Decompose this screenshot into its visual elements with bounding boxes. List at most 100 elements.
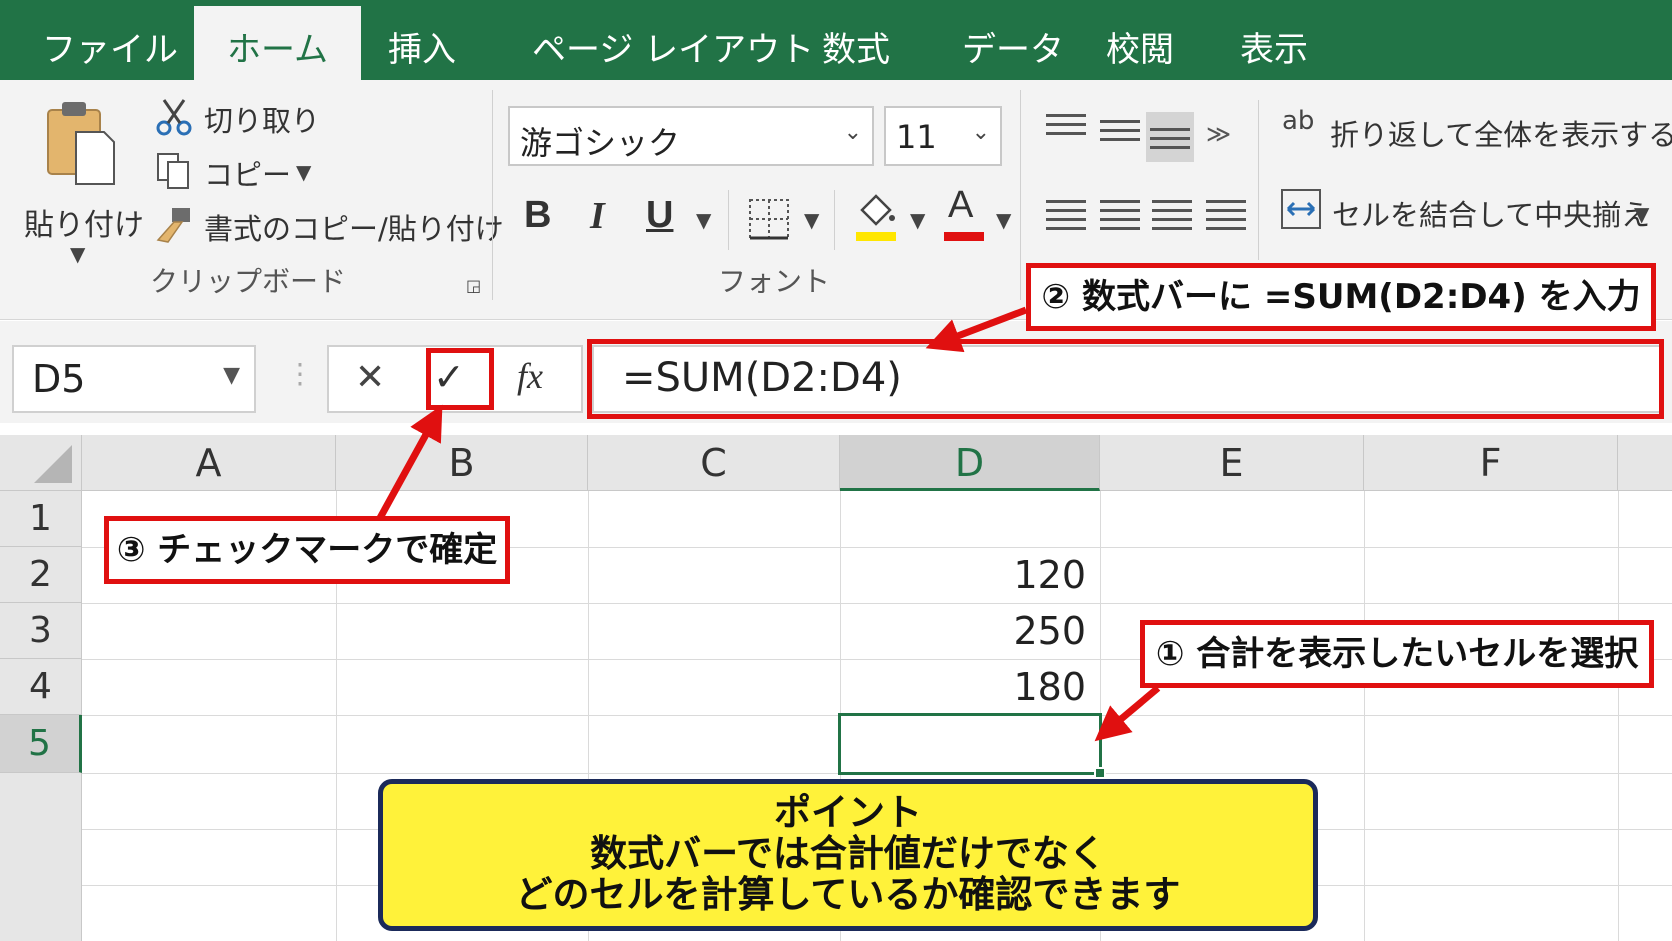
format-painter-icon	[156, 208, 190, 243]
cell-d3[interactable]: 250	[840, 609, 1086, 653]
tab-file[interactable]: ファイル	[42, 22, 178, 71]
check-highlight-box	[426, 348, 494, 410]
align-center-icon[interactable]	[1100, 200, 1140, 234]
wrap-text-label: 折り返して全体を表示する	[1330, 118, 1672, 152]
ribbon-separator	[1020, 90, 1021, 300]
paint-bucket-icon	[860, 194, 895, 226]
decrease-indent-icon[interactable]	[1206, 200, 1246, 234]
tab-page-layout[interactable]: ページ レイアウト	[532, 22, 814, 71]
ribbon-separator	[492, 90, 493, 300]
row-header-2[interactable]: 2	[0, 547, 82, 603]
point-line-2: どのセルを計算しているか確認できます	[515, 873, 1181, 916]
merge-center-icon	[1281, 189, 1321, 229]
paste-dropdown-caret[interactable]: ▼	[70, 242, 85, 266]
paste-label: 貼り付け	[24, 208, 144, 243]
point-note-box: ポイント 数式バーでは合計値だけでなく どのセルを計算しているか確認できます	[378, 779, 1318, 931]
underline-button[interactable]: U	[646, 194, 673, 237]
merge-center-label: セルを結合して中央揃え	[1332, 198, 1651, 232]
callout-step2: ② 数式バーに =SUM(D2:D4) を入力	[1026, 263, 1656, 331]
cancel-button[interactable]: ✕	[345, 351, 405, 407]
tab-formulas[interactable]: 数式	[822, 22, 890, 71]
clipboard-launcher-icon[interactable]: ◲	[466, 276, 481, 295]
cut-label: 切り取り	[204, 104, 321, 138]
point-title: ポイント	[774, 791, 922, 834]
font-group-label: フォント	[718, 265, 831, 298]
copy-button[interactable]: コピー ▼	[154, 150, 314, 194]
align-bottom-button[interactable]	[1146, 112, 1194, 162]
column-header-c[interactable]: C	[588, 435, 840, 491]
column-header-a[interactable]: A	[82, 435, 336, 491]
row-header-1[interactable]: 1	[0, 491, 82, 547]
align-top-icon[interactable]	[1046, 114, 1086, 148]
name-box[interactable]: D5 ▼	[12, 345, 256, 413]
insert-function-button[interactable]: fx	[505, 351, 569, 407]
tab-view[interactable]: 表示	[1240, 22, 1308, 71]
align-right-icon[interactable]	[1152, 200, 1192, 234]
select-all-triangle-icon	[34, 445, 72, 483]
font-color-swatch	[944, 232, 984, 241]
merge-dropdown-caret[interactable]: ▼	[1634, 202, 1649, 226]
formula-highlight-box	[587, 339, 1664, 419]
chevron-down-icon: ⌄	[843, 120, 862, 145]
fill-color-dropdown-caret[interactable]: ▼	[910, 208, 925, 232]
font-size-value: 11	[896, 118, 937, 156]
font-color-button[interactable]: A	[942, 184, 992, 246]
fill-color-button[interactable]	[852, 190, 902, 246]
italic-button[interactable]: I	[590, 194, 605, 238]
column-header-f[interactable]: F	[1364, 435, 1618, 491]
ribbon-tab-bar: ファイル ホーム 挿入 ページ レイアウト 数式 データ 校閲 表示	[0, 0, 1672, 80]
format-painter-button[interactable]: 書式のコピー/貼り付け	[154, 204, 504, 248]
column-header-g[interactable]	[1618, 435, 1672, 491]
paste-button[interactable]: 貼り付け ▼	[18, 94, 144, 266]
fx-icon: fx	[517, 356, 543, 396]
row-header-3[interactable]: 3	[0, 603, 82, 659]
selected-cell-d5[interactable]	[838, 713, 1102, 775]
row-header-4[interactable]: 4	[0, 659, 82, 715]
point-line-1: 数式バーでは合計値だけでなく	[590, 832, 1106, 875]
column-header-d[interactable]: D	[840, 435, 1100, 491]
cell-d2[interactable]: 120	[840, 553, 1086, 597]
font-color-dropdown-caret[interactable]: ▼	[996, 208, 1011, 232]
align-left-icon[interactable]	[1046, 200, 1086, 234]
font-name-select[interactable]: 游ゴシック ⌄	[508, 106, 874, 166]
borders-dropdown-caret[interactable]: ▼	[804, 208, 819, 232]
splitter-handle[interactable]: ⋮	[286, 357, 314, 390]
fill-color-swatch	[856, 232, 896, 241]
select-all-button[interactable]	[0, 435, 82, 491]
tab-review[interactable]: 校閲	[1106, 22, 1174, 71]
ribbon-separator	[728, 190, 729, 250]
gridline	[1618, 491, 1619, 941]
wrap-text-icon: ab	[1282, 106, 1315, 136]
tab-data[interactable]: データ	[962, 22, 1064, 71]
row-header-blank	[0, 773, 82, 941]
ribbon-separator	[1258, 100, 1259, 260]
wrap-text-button[interactable]: ab 折り返して全体を表示する	[1278, 106, 1672, 158]
row-header-5[interactable]: 5	[0, 715, 82, 773]
copy-icon	[157, 153, 189, 189]
tab-home[interactable]: ホーム	[194, 6, 361, 80]
font-color-letter: A	[948, 184, 974, 226]
bold-button[interactable]: B	[524, 194, 551, 237]
align-bottom-icon	[1150, 128, 1190, 162]
merge-center-button[interactable]: セルを結合して中央揃え ▼	[1278, 186, 1658, 238]
clipboard-group-label: クリップボード	[150, 265, 347, 298]
tab-insert[interactable]: 挿入	[388, 22, 456, 71]
cut-button[interactable]: 切り取り	[154, 96, 320, 140]
underline-dropdown-caret[interactable]: ▼	[696, 208, 711, 232]
orientation-icon[interactable]: ≫	[1206, 120, 1231, 148]
copy-label: コピー	[204, 158, 292, 192]
fill-handle[interactable]	[1094, 767, 1106, 779]
font-size-select[interactable]: 11 ⌄	[884, 106, 1002, 166]
cell-d4[interactable]: 180	[840, 665, 1086, 709]
align-middle-icon[interactable]	[1100, 120, 1140, 154]
close-icon: ✕	[355, 357, 386, 398]
callout-step3: ③ チェックマークで確定	[104, 516, 510, 584]
borders-icon[interactable]	[748, 198, 790, 240]
column-header-b[interactable]: B	[336, 435, 588, 491]
scissors-icon	[156, 99, 192, 136]
format-painter-label: 書式のコピー/貼り付け	[204, 212, 504, 246]
chevron-down-icon: ▼	[223, 363, 240, 388]
column-header-e[interactable]: E	[1100, 435, 1364, 491]
copy-dropdown-caret[interactable]: ▼	[296, 160, 311, 184]
name-box-value: D5	[32, 357, 86, 401]
